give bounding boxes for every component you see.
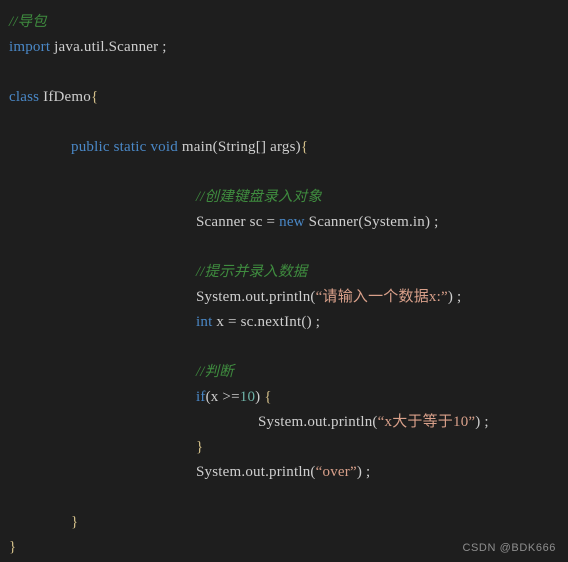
code-token-plain: String[] args <box>217 139 296 155</box>
csdn-watermark: CSDN @BDK666 <box>462 542 556 554</box>
code-token-str: “x大于等于10” <box>377 414 476 430</box>
code-line: } <box>0 510 568 535</box>
code-line: public static void main(String[] args){ <box>0 135 568 160</box>
code-line: System.out.println(“x大于等于10”) ; <box>0 410 568 435</box>
code-token-plain: Scanner sc = <box>196 214 280 230</box>
code-token-brace: { <box>300 139 309 155</box>
code-line: //判断 <box>0 360 568 385</box>
code-token-kw: if <box>196 389 206 405</box>
code-token-kw: import <box>9 39 51 55</box>
code-token-plain: ) ; <box>475 414 489 430</box>
code-token-brace: { <box>264 389 272 405</box>
code-token-plain: ) <box>255 389 265 405</box>
code-token-plain: Scanner(System.in) ; <box>304 214 439 230</box>
code-token-num: 10 <box>239 389 256 405</box>
code-line: System.out.println(“over”) ; <box>0 460 568 485</box>
code-screenshot: //导包 import java.util.Scanner ; class IfDe… <box>0 0 568 562</box>
code-token-plain: ) ; <box>356 464 371 480</box>
code-token-plain: (x >= <box>205 389 240 405</box>
code-token-kw: class <box>9 89 40 105</box>
code-token-comment: //创建键盘录入对象 <box>196 189 323 205</box>
code-token-brace: } <box>196 439 204 455</box>
code-token-plain: System.out.println( <box>196 289 316 305</box>
code-token-kw: int <box>196 314 213 330</box>
code-token-brace: } <box>71 514 79 530</box>
code-token-plain: main <box>177 139 213 155</box>
code-token-brace: } <box>9 539 17 555</box>
code-line: //提示并录入数据 <box>0 260 568 285</box>
code-token-str: “请输入一个数据x:” <box>315 289 448 305</box>
code-token-plain: IfDemo <box>39 89 91 105</box>
code-token-plain: java.util.Scanner ; <box>50 39 167 55</box>
code-token-comment: //判断 <box>196 364 234 380</box>
code-token-str: “over” <box>315 464 357 480</box>
code-lines-container: //导包 import java.util.Scanner ; class IfDe… <box>0 10 568 560</box>
code-token-comment: //提示并录入数据 <box>196 264 308 280</box>
code-token-kw: public static void <box>71 139 178 155</box>
code-token-plain: System.out.println( <box>258 414 378 430</box>
code-line: //创建键盘录入对象 <box>0 185 568 210</box>
code-token-comment: //导包 <box>9 14 47 30</box>
code-token-plain: ) ; <box>447 289 462 305</box>
code-line: Scanner sc = new Scanner(System.in) ; <box>0 210 568 235</box>
code-line: class IfDemo{ <box>0 85 568 110</box>
code-line: } <box>0 435 568 460</box>
code-editor-content[interactable]: //导包 import java.util.Scanner ; class IfDe… <box>0 0 568 562</box>
code-token-kw: new <box>279 214 305 230</box>
code-line: int x = sc.nextInt() ; <box>0 310 568 335</box>
code-token-plain: System.out.println( <box>196 464 316 480</box>
code-token-brace: { <box>90 89 99 105</box>
code-line: if(x >=10) { <box>0 385 568 410</box>
code-line: //导包 <box>0 10 568 35</box>
code-token-plain: x = sc.nextInt() ; <box>212 314 321 330</box>
code-line: import java.util.Scanner ; <box>0 35 568 60</box>
code-line: System.out.println(“请输入一个数据x:”) ; <box>0 285 568 310</box>
